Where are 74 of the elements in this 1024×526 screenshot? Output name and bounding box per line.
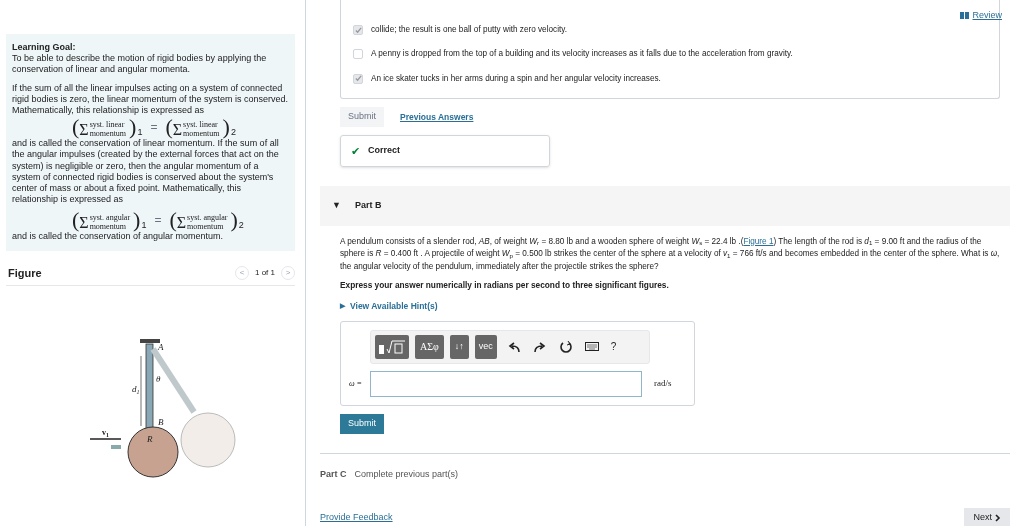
- figure-label: θ: [156, 374, 161, 385]
- sigma-symbol: Σ: [172, 123, 183, 135]
- equation-index: 2: [230, 127, 236, 139]
- check-icon: ✔: [351, 142, 360, 160]
- review-link[interactable]: Review: [960, 9, 1002, 23]
- equation-label: momentum: [187, 222, 225, 232]
- part-status: Complete previous part(s): [354, 467, 459, 481]
- equation-label: momentum: [89, 222, 128, 232]
- equation-label: syst. linear: [89, 120, 126, 130]
- option-text: A penny is dropped from the top of a building and its velocity increases as it falls due to the acceleration from gravity.: [371, 48, 793, 61]
- figure-label: v$_{1}$: [102, 428, 109, 439]
- page-indicator: 1 of 1: [255, 266, 275, 279]
- chevron-icon: [995, 514, 1001, 523]
- checkbox[interactable]: [353, 73, 363, 84]
- reset-icon[interactable]: [558, 339, 573, 354]
- figure-label: R: [147, 434, 153, 445]
- parenthesis: (: [165, 116, 173, 139]
- paragraph: and is called the conservation of angular momentum.: [12, 231, 225, 243]
- help-button[interactable]: ?: [610, 339, 617, 355]
- figure-label: A: [158, 342, 164, 353]
- keyboard-icon[interactable]: [584, 342, 599, 352]
- vec-button[interactable]: vec: [474, 334, 497, 359]
- parenthesis: ): [129, 116, 137, 139]
- parenthesis: ): [222, 116, 230, 139]
- checkbox[interactable]: [353, 49, 363, 60]
- symbols-button[interactable]: ΑΣφ: [415, 334, 444, 359]
- parenthesis: ): [230, 209, 238, 232]
- part-title: Part B: [354, 199, 382, 213]
- unit-label: rad/s: [654, 376, 672, 390]
- parenthesis: (: [169, 209, 177, 232]
- feedback-link[interactable]: Provide Feedback: [320, 511, 393, 525]
- equals-sign: =: [150, 121, 158, 133]
- equation-index: 1: [141, 220, 147, 232]
- sigma-symbol: Σ: [79, 216, 89, 229]
- learning-goal-text: To be able to describe the motion of rigid bodies by applying the conservation of linear and angular momenta.: [12, 53, 268, 76]
- option-text: An ice skater tucks in her arms during a spin and her angular velocity increases.: [371, 72, 661, 85]
- redo-icon[interactable]: [532, 340, 547, 353]
- feedback-text: Correct: [368, 144, 400, 158]
- equation-label: momentum: [89, 129, 127, 139]
- equation-index: 2: [238, 220, 244, 232]
- book-icon: [960, 12, 970, 20]
- template-button[interactable]: [375, 334, 409, 359]
- learning-goal-title: Learning Goal:: [12, 42, 77, 54]
- option-text: collide; the result is one ball of putty with zero velocity.: [371, 24, 567, 36]
- equation-label: syst. angular: [89, 213, 131, 223]
- equation-index: 1: [137, 127, 143, 139]
- sigma-symbol: Σ: [79, 123, 89, 135]
- answer-field[interactable]: [370, 370, 642, 397]
- figure-label: d$_{1}$: [132, 384, 140, 396]
- paragraph: If the sum of all the linear impulses acting on a system of connected rigid bodies is zero, the linear momentum of the system is conserved. Mathematically, this relationship is expressed as: [12, 82, 289, 117]
- previous-answers-link[interactable]: Previous Answers: [400, 110, 474, 124]
- equals-sign: =: [154, 214, 162, 227]
- caret-icon: ▼: [332, 199, 341, 213]
- checkbox[interactable]: [353, 25, 363, 36]
- answer-label: ω =: [347, 377, 363, 390]
- parenthesis: (: [72, 116, 80, 139]
- fraction-root-icon: [378, 339, 406, 354]
- figure-title: Figure: [7, 265, 42, 281]
- sigma-symbol: Σ: [176, 216, 187, 229]
- parenthesis: ): [133, 209, 141, 232]
- part-title: Part C: [320, 467, 347, 481]
- equation-label: syst. angular: [187, 213, 228, 223]
- part-header[interactable]: ▼ Part B: [320, 185, 1010, 226]
- next-button[interactable]: Next: [964, 508, 1010, 526]
- order-button[interactable]: ↓↑: [449, 334, 469, 359]
- instruction-text: Express your answer numerically in radians per second to three significant figures.: [340, 279, 670, 292]
- figure-label: B: [158, 417, 164, 428]
- submit-button[interactable]: Submit: [340, 413, 384, 434]
- equation-label: syst. linear: [183, 120, 219, 130]
- problem-text: A pendulum consists of a slender rod, AB, of weight W$_{r}$ = 8.80 lb and a wooden sphere of weight W$_{s}$ = 22.4 lb .(Figure 1) The length of the rod is d$_{1}$ = 9.00 ft and the radius of the sphere is R = 0.400 ft . A projectile of weight W$_{p}$ = 0.500 lb strikes the center of the sphere at a velocity of v$_{1}$ = 766 ft/s and becomes embedded in the center of the sphere. What is ω, the angular velocity of the pendulum, immediately after the projectile strikes the sphere?: [340, 236, 1000, 271]
- undo-icon[interactable]: [506, 340, 521, 353]
- equation-label: momentum: [183, 129, 220, 139]
- parenthesis: (: [72, 209, 80, 232]
- paragraph: and is called the conservation of linear momentum. If the sum of all the angular impulses (created by the external forces that act on the system) is negligible or zero, then the angular momentum of a system of connected rigid bodies is conserved about the system's center of mass or about a fixed point. Mathematically, this relationship is expressed as: [12, 138, 280, 206]
